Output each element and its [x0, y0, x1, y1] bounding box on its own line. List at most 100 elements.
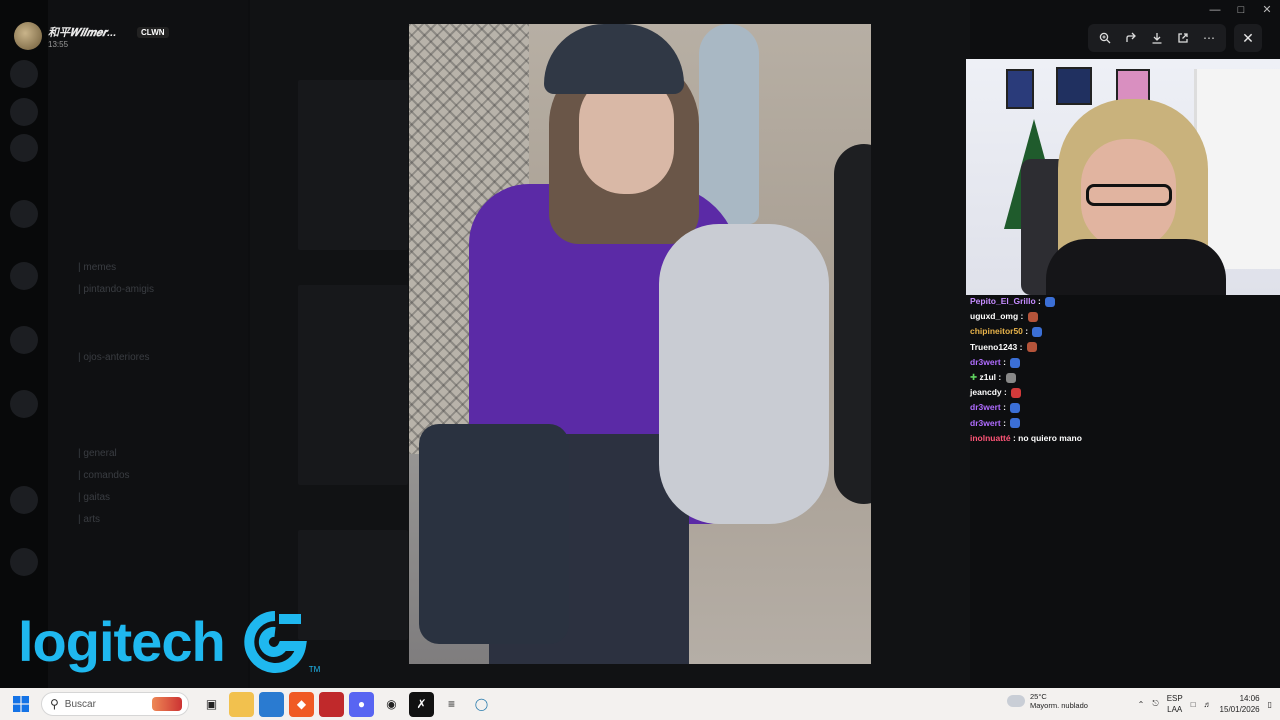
channel-item[interactable]: | ojos-anteriores — [78, 352, 150, 363]
network-icon[interactable]: □ — [1191, 700, 1196, 709]
file-explorer-icon[interactable] — [229, 691, 254, 717]
emote-icon — [1010, 418, 1021, 429]
taskbar: ⚲ Buscar ▣ ◆ ● ◉ ✗ ≡ ◯ ⌃ ⎋ ESP LAA □ ♬ 1… — [0, 688, 1280, 720]
app-icon[interactable] — [319, 691, 344, 717]
forward-icon[interactable] — [1120, 27, 1142, 49]
avatar[interactable] — [14, 22, 42, 50]
clock-date: 15/01/2026 — [1219, 705, 1260, 714]
chevron-up-icon[interactable]: ⌃ — [1138, 700, 1145, 709]
server-icon[interactable] — [10, 60, 38, 88]
author-name: 和平𝑾𝒊𝒍𝒎𝒆𝒓... — [48, 26, 117, 39]
server-list — [0, 0, 48, 688]
webcam-poster — [1116, 69, 1150, 103]
keyboard-layout: LAA — [1167, 705, 1183, 714]
weather-desc: Mayorm. nublado — [1030, 701, 1088, 710]
server-icon[interactable] — [10, 390, 38, 418]
chat-message: no quiero mano — [1018, 432, 1082, 443]
chat-username: dr3wert — [970, 402, 1001, 413]
notification-icon[interactable]: ▯ — [1268, 700, 1272, 709]
clock[interactable]: 14:06 15/01/2026 — [1220, 693, 1260, 715]
store-icon[interactable] — [259, 691, 284, 717]
chat-line: jeancdy : — [970, 385, 1270, 400]
emote-icon — [1027, 311, 1038, 322]
chat-username: Trueno1243 — [970, 341, 1018, 352]
media-author: 和平𝑾𝒊𝒍𝒎𝒆𝒓... 13:55 — [14, 22, 116, 50]
webcam-poster — [1056, 67, 1092, 105]
server-icon[interactable] — [10, 98, 38, 126]
server-icon[interactable] — [10, 200, 38, 228]
photo-background-person — [699, 24, 759, 224]
emote-icon — [1045, 296, 1056, 307]
language-code: ESP — [1166, 694, 1183, 703]
chat-line: Pepito_El_Grillo : — [970, 294, 1270, 309]
photo-bag — [419, 424, 569, 644]
stream-chat: Pepito_El_Grillo : uguxd_omg : chipineit… — [970, 294, 1270, 446]
emote-icon — [1010, 357, 1021, 368]
microphone-icon[interactable]: ⎋ — [1152, 699, 1158, 709]
zoom-in-icon[interactable] — [1094, 27, 1116, 49]
emote-icon — [1026, 342, 1037, 353]
channel-item[interactable]: | memes — [78, 262, 116, 273]
brave-icon[interactable]: ◆ — [289, 691, 314, 717]
chat-username: dr3wert — [970, 356, 1001, 367]
close-icon[interactable]: ✕ — [1234, 24, 1262, 52]
download-icon[interactable] — [1146, 27, 1168, 49]
chat-line: dr3wert : — [970, 416, 1270, 431]
globe-icon[interactable]: ◯ — [469, 692, 494, 717]
obs-icon[interactable]: ◉ — [379, 692, 404, 717]
cloud-icon — [1007, 695, 1025, 707]
discord-icon[interactable]: ● — [349, 691, 374, 717]
chat-username: chipineitor50 — [970, 326, 1023, 337]
chat-line: ✚ z1ul : — [970, 370, 1270, 385]
emote-icon — [1032, 327, 1043, 338]
channel-item[interactable]: | gaitas — [78, 492, 110, 503]
chat-username: uguxd_omg — [970, 311, 1019, 322]
webcam-overlay — [966, 59, 1280, 295]
open-external-icon[interactable] — [1172, 27, 1194, 49]
channel-list: | memes | pintando-amigis | ojos-anterio… — [48, 0, 248, 688]
server-icon[interactable] — [10, 548, 38, 576]
photo-tire — [834, 144, 871, 504]
window-controls: — □ ✕ — [1202, 0, 1280, 22]
chat-line: dr3wert : — [970, 355, 1270, 370]
webcam-glasses — [1086, 184, 1172, 206]
task-view-icon[interactable]: ▣ — [199, 692, 224, 717]
server-icon[interactable] — [10, 326, 38, 354]
chat-line: Trueno1243 : — [970, 340, 1270, 355]
channel-item[interactable]: | general — [78, 448, 117, 459]
photo-cloth — [659, 224, 829, 524]
weather-widget[interactable]: 25°C Mayorm. nublado — [1007, 692, 1088, 710]
media-viewer-image[interactable] — [409, 24, 871, 664]
search-placeholder: Buscar — [64, 698, 96, 710]
message-image[interactable] — [298, 80, 408, 250]
emote-icon — [1011, 387, 1022, 398]
chat-username: inolnuatté — [970, 432, 1011, 443]
taskbar-search[interactable]: ⚲ Buscar — [41, 692, 189, 716]
chat-username: dr3wert — [970, 417, 1001, 428]
logo-trademark: TM — [308, 665, 321, 674]
weather-temp: 25°C — [1030, 692, 1047, 701]
server-icon[interactable] — [10, 486, 38, 514]
minimize-icon[interactable]: — — [1202, 0, 1228, 22]
chat-username: Pepito_El_Grillo — [970, 296, 1036, 306]
capcut-icon[interactable]: ✗ — [409, 691, 434, 717]
post-time: 13:55 — [48, 39, 69, 49]
message-image[interactable] — [298, 285, 408, 485]
more-icon[interactable]: ⋯ — [1198, 27, 1220, 49]
server-icon[interactable] — [10, 262, 38, 290]
webcam-poster — [1006, 69, 1034, 109]
channel-item[interactable]: | comandos — [78, 470, 130, 481]
app-icon[interactable]: ≡ — [439, 692, 464, 717]
taskbar-apps: ▣ ◆ ● ◉ ✗ ≡ ◯ — [199, 691, 494, 717]
system-tray: ⌃ ⎋ ESP LAA □ ♬ 14:06 15/01/2026 ▯ — [1138, 688, 1272, 720]
server-icon[interactable] — [10, 134, 38, 162]
volume-icon[interactable]: ♬ — [1204, 700, 1212, 709]
maximize-icon[interactable]: □ — [1228, 0, 1254, 22]
channel-item[interactable]: | pintando-amigis — [78, 284, 154, 295]
logo-text: logitech — [18, 610, 226, 673]
close-window-icon[interactable]: ✕ — [1254, 0, 1280, 22]
emote-icon — [1005, 372, 1016, 383]
language-indicator[interactable]: ESP LAA — [1167, 693, 1183, 715]
windows-start-icon[interactable] — [7, 690, 35, 718]
channel-item[interactable]: | arts — [78, 514, 100, 525]
